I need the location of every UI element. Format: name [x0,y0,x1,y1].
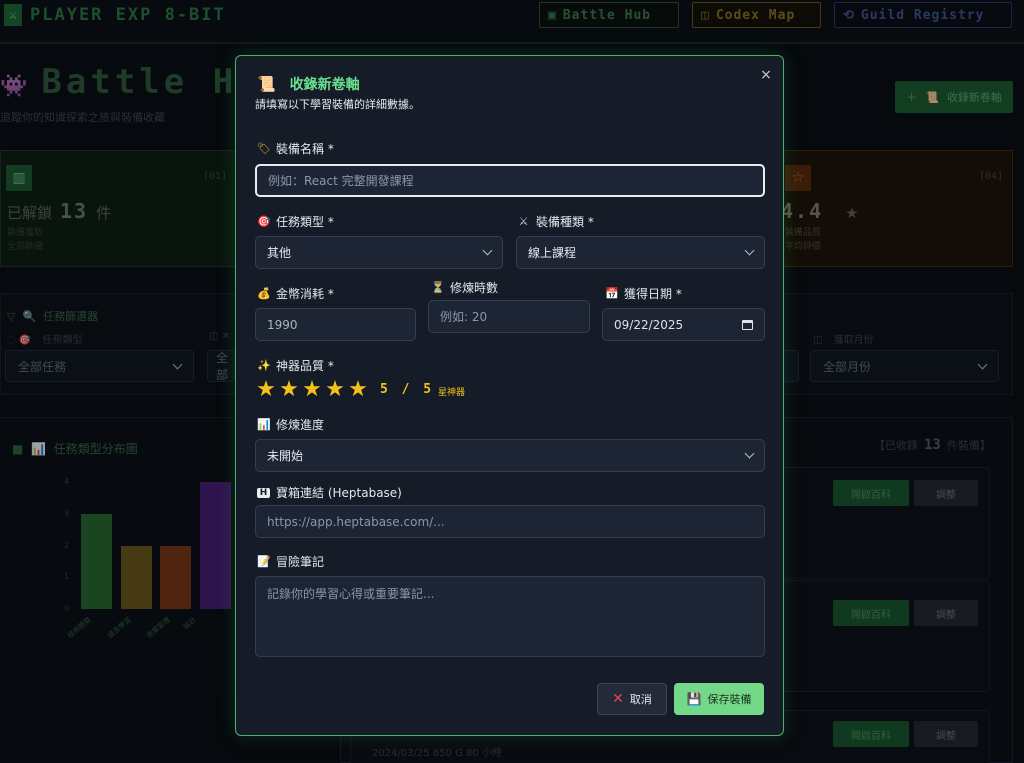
cancel-button[interactable]: ✕ 取消 [597,683,667,715]
calendar-icon: 📅 [605,287,619,300]
coin-cost-input[interactable]: 1990 [255,308,416,341]
notes-textarea[interactable]: 記錄你的學習心得或重要筆記... [255,576,765,657]
equipment-type-select[interactable]: 線上課程 [516,236,765,269]
chevron-down-icon [744,245,755,256]
equipment-type-label: ⚔ 裝備種類 * [518,215,594,229]
target-icon: 🎯 [257,215,271,228]
star-icon[interactable]: ★ [347,379,369,401]
coin-cost-label: 💰 金幣消耗 * [257,287,334,301]
star-rating: ★ ★ ★ ★ ★ [255,379,369,401]
memo-icon: 📝 [257,555,271,568]
swords-icon: ⚔ [518,215,529,228]
floppy-disk-icon: 💾 [686,692,702,706]
hours-input[interactable]: 例如: 20 [428,300,590,333]
close-icon: ✕ [612,691,624,707]
bar-chart-icon: 📊 [257,418,271,431]
heptabase-link-input[interactable]: https://app.heptabase.com/... [255,505,765,538]
modal-title: 收錄新卷軸 [289,77,360,93]
equipment-name-label: 🏷 裝備名稱 * [257,142,334,156]
modal-description: 請填寫以下學習裝備的詳細數據。 [255,98,420,111]
progress-label: 📊 修煉進度 [257,418,325,432]
star-icon[interactable]: ★ [278,379,300,401]
scroll-icon: 📜 [257,75,276,93]
chevron-down-icon [482,245,493,256]
hourglass-icon: ⏳ [431,281,445,294]
calendar-picker-icon[interactable] [742,319,753,330]
money-bag-icon: 💰 [257,287,271,300]
task-type-label: 🎯 任務類型 * [257,215,334,229]
close-icon[interactable]: × [758,67,774,83]
progress-select[interactable]: 未開始 [255,439,765,472]
chevron-down-icon [744,448,755,459]
rating-label: 星神器 [438,388,466,398]
modal-header: 📜 收錄新卷軸 [257,74,360,94]
star-icon[interactable]: ★ [301,379,323,401]
quality-label: ✨ 神器品質 * [257,359,334,373]
notes-label: 📝 冒險筆記 [257,555,325,569]
task-type-select[interactable]: 其他 [255,236,503,269]
save-button[interactable]: 💾 保存裝備 [674,683,764,715]
star-icon[interactable]: ★ [324,379,346,401]
tag-icon: 🏷 [257,142,271,155]
rating-value: 5 / 5 [380,382,435,397]
acquired-date-input[interactable]: 09/22/2025 [602,308,765,341]
equipment-name-input[interactable]: 例如：React 完整開發課程 [255,164,765,197]
sparkles-icon: ✨ [257,359,271,372]
heptabase-link-label: H 寶箱連結 (Heptabase) [257,484,402,501]
hours-label: ⏳ 修煉時數 [431,281,499,295]
heptabase-icon: H [257,487,270,498]
add-scroll-modal: × 📜 收錄新卷軸 請填寫以下學習裝備的詳細數據。 🏷 裝備名稱 * 例如：Rea… [235,55,784,736]
star-icon[interactable]: ★ [255,379,277,401]
acquired-date-label: 📅 獲得日期 * [605,287,682,301]
